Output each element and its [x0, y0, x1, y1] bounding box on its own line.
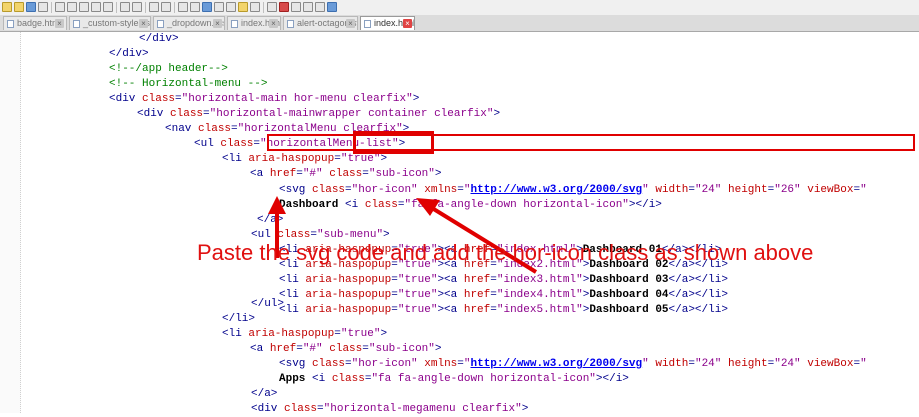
instruction-annotation: Paste the svg code and add the hor-icon …	[197, 240, 814, 265]
annotation-arrows	[268, 196, 538, 274]
